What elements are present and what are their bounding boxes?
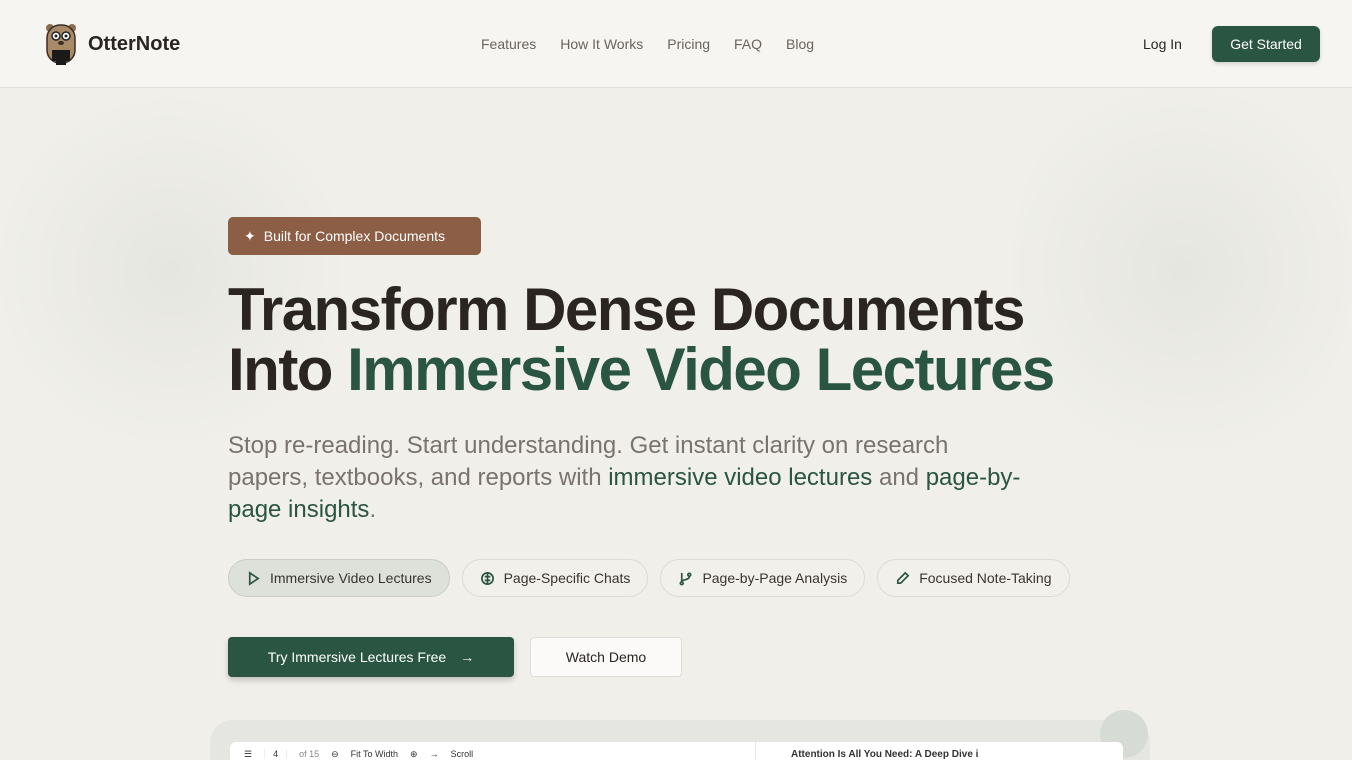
otter-logo-icon bbox=[46, 24, 76, 65]
chip-label: Focused Note-Taking bbox=[919, 570, 1052, 586]
chip-page-analysis[interactable]: Page-by-Page Analysis bbox=[660, 559, 866, 597]
badge-label: Built for Complex Documents bbox=[263, 228, 446, 244]
brain-icon bbox=[480, 571, 494, 585]
hero-subtitle: Stop re-reading. Start understanding. Ge… bbox=[228, 430, 1028, 526]
subtitle-highlight: immersive video lectures bbox=[608, 464, 873, 491]
app-preview: ☰ 4 of 15 ⊖ Fit To Width ⊕ → Scroll Atte… bbox=[230, 742, 1123, 760]
chip-label: Page-by-Page Analysis bbox=[702, 570, 848, 586]
nav-blog[interactable]: Blog bbox=[786, 36, 814, 52]
arrow-icon: → bbox=[429, 749, 439, 759]
get-started-button[interactable]: Get Started bbox=[1212, 26, 1320, 62]
pdf-toolbar: ☰ 4 of 15 ⊖ Fit To Width ⊕ → Scroll bbox=[230, 742, 473, 760]
page-count: of 15 bbox=[299, 749, 320, 759]
title-highlight: Immersive Video Lectures bbox=[347, 336, 1055, 403]
doc-title: Attention Is All You Need: A Deep Dive i bbox=[755, 742, 978, 760]
hero-badge: ✦ Built for Complex Documents bbox=[228, 217, 481, 255]
page-input[interactable]: 4 bbox=[264, 749, 288, 759]
subtitle-text: . bbox=[369, 496, 377, 523]
try-free-button[interactable]: Try Immersive Lectures Free → bbox=[228, 637, 514, 677]
feature-chips: Immersive Video Lectures Page-Specific C… bbox=[228, 559, 1070, 597]
pencil-icon bbox=[897, 571, 910, 584]
logo[interactable]: OtterNote bbox=[44, 22, 180, 66]
fit-select[interactable]: Fit To Width bbox=[351, 749, 398, 759]
chip-video-lectures[interactable]: Immersive Video Lectures bbox=[228, 559, 450, 597]
play-icon bbox=[248, 570, 260, 586]
nav-faq[interactable]: FAQ bbox=[734, 36, 762, 52]
sparkle-icon: ✦ bbox=[244, 227, 256, 244]
login-link[interactable]: Log In bbox=[1143, 36, 1182, 52]
menu-icon[interactable]: ☰ bbox=[244, 749, 252, 760]
chip-page-chats[interactable]: Page-Specific Chats bbox=[461, 559, 649, 597]
chip-note-taking[interactable]: Focused Note-Taking bbox=[877, 559, 1070, 597]
chip-label: Page-Specific Chats bbox=[503, 570, 631, 586]
nav-how-it-works[interactable]: How It Works bbox=[560, 36, 643, 52]
chip-label: Immersive Video Lectures bbox=[270, 570, 432, 586]
nav-features[interactable]: Features bbox=[481, 36, 536, 52]
zoom-in-icon[interactable]: ⊕ bbox=[410, 749, 418, 760]
brand-name: OtterNote bbox=[88, 32, 181, 55]
background-glow bbox=[1012, 60, 1352, 480]
scroll-mode[interactable]: Scroll bbox=[451, 749, 474, 759]
background-glow bbox=[0, 80, 340, 460]
hero-title: Transform Dense Documents Into Immersive… bbox=[228, 280, 1055, 403]
subtitle-text: and bbox=[872, 464, 926, 491]
title-line-1: Transform Dense Documents bbox=[228, 276, 1026, 343]
arrow-right-icon: → bbox=[460, 649, 475, 665]
main-nav: Features How It Works Pricing FAQ Blog bbox=[481, 36, 814, 52]
top-nav: OtterNote Features How It Works Pricing … bbox=[0, 0, 1352, 88]
nav-pricing[interactable]: Pricing bbox=[667, 36, 710, 52]
title-into: Into bbox=[228, 336, 348, 403]
git-branch-icon bbox=[679, 572, 692, 585]
watch-demo-button[interactable]: Watch Demo bbox=[530, 637, 682, 677]
cta-label: Try Immersive Lectures Free bbox=[267, 649, 447, 665]
zoom-out-icon[interactable]: ⊖ bbox=[331, 749, 339, 760]
